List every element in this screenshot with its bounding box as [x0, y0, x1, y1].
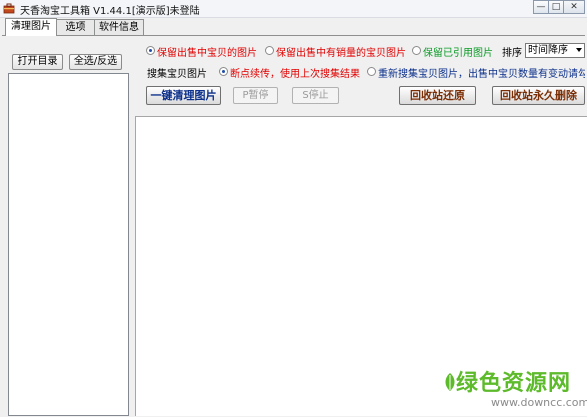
- toolbox-icon: [3, 3, 15, 14]
- tab-options[interactable]: 选项: [56, 19, 95, 35]
- watermark-url: www.downcc.com: [491, 396, 587, 409]
- window-title: 天香淘宝工具箱 V1.44.1[演示版]未登陆: [20, 6, 200, 17]
- one-click-clean-button[interactable]: 一键清理图片: [146, 86, 221, 105]
- sort-label: 排序: [502, 48, 522, 59]
- tab-clean-images[interactable]: 清理图片: [5, 18, 57, 36]
- open-directory-button[interactable]: 打开目录: [12, 54, 63, 70]
- tab-software-info[interactable]: 软件信息: [94, 19, 144, 35]
- keep-referenced-label: 保留已引用图片: [423, 48, 493, 59]
- keep-sold-radio[interactable]: [265, 46, 274, 55]
- collect-label: 搜集宝贝图片: [147, 69, 207, 80]
- keep-sold-label: 保留出售中有销量的宝贝图片: [276, 48, 406, 59]
- restore-button[interactable]: □: [548, 0, 564, 14]
- sort-select[interactable]: 时间降序: [525, 43, 585, 58]
- watermark-brand: 绿色资源网: [456, 371, 572, 396]
- resume-collect-radio[interactable]: [219, 67, 228, 76]
- sort-select-value: 时间降序: [528, 45, 568, 56]
- close-button[interactable]: ✕: [563, 0, 585, 14]
- pause-button[interactable]: P暂停: [233, 87, 278, 104]
- keep-selling-radio[interactable]: [146, 46, 155, 55]
- recycle-delete-button[interactable]: 回收站永久删除: [492, 86, 585, 105]
- directory-list[interactable]: [8, 73, 129, 416]
- keep-referenced-radio[interactable]: [412, 46, 421, 55]
- keep-selling-label: 保留出售中宝贝的图片: [157, 48, 257, 59]
- resume-collect-label: 断点续传，使用上次搜集结果: [230, 69, 360, 80]
- recycle-restore-button[interactable]: 回收站还原: [399, 86, 476, 105]
- recollect-label: 重新搜集宝贝图片，出售中宝贝数量有变动请勾选: [378, 69, 585, 80]
- select-all-toggle-button[interactable]: 全选/反选: [69, 54, 122, 70]
- leaf-logo-icon: [445, 373, 455, 391]
- recollect-radio[interactable]: [367, 67, 376, 76]
- stop-button[interactable]: S停止: [292, 87, 339, 104]
- chevron-down-icon: [576, 48, 582, 52]
- minimize-button[interactable]: —: [533, 0, 549, 14]
